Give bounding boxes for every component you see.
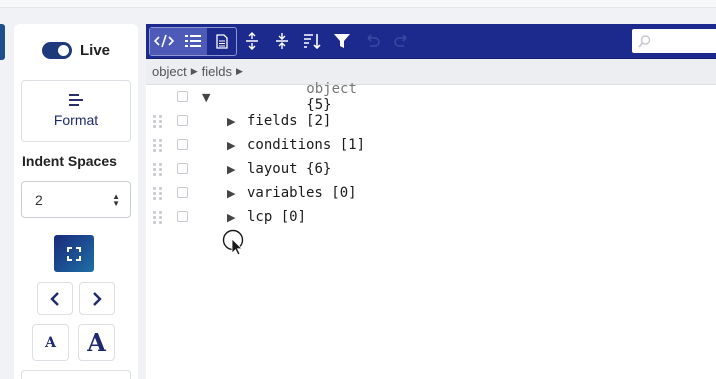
drag-handle-icon[interactable] <box>153 211 163 224</box>
collapse-all-button[interactable] <box>267 27 297 56</box>
increase-font-button[interactable]: A <box>78 324 115 361</box>
tree-root-key: object <box>306 81 357 97</box>
tree-node-count: [0] <box>280 209 307 225</box>
tree-node-key: lcp <box>247 209 273 225</box>
tree-node-key: layout <box>247 161 298 177</box>
filter-button[interactable] <box>327 27 357 56</box>
indent-spaces-select[interactable]: 2 ▲ ▼ <box>21 181 131 218</box>
sidebar-bottom-control[interactable] <box>21 370 131 379</box>
options-sidebar: Live Format Indent Spaces 2 ▲ ▼ A A <box>14 24 138 379</box>
tree-node-count: {6} <box>306 161 332 177</box>
tree-node-count: [0] <box>331 185 357 201</box>
align-left-icon <box>69 94 83 106</box>
tree-row[interactable]: ▶ conditions [1] <box>146 133 716 157</box>
expand-all-icon <box>246 32 258 50</box>
context-menu-button[interactable] <box>177 211 188 222</box>
json-editor: object ▶ fields ▶ ▼ object {5} ▶ fields … <box>146 24 716 379</box>
expand-all-button[interactable] <box>237 27 267 56</box>
tree-row[interactable]: ▶ lcp [0] <box>146 205 716 229</box>
search-input[interactable] <box>632 29 716 53</box>
drag-handle-icon[interactable] <box>153 187 163 200</box>
context-menu-button[interactable] <box>177 115 188 126</box>
redo-icon <box>394 34 407 47</box>
tree-row[interactable]: ▶ variables [0] <box>146 181 716 205</box>
next-button[interactable] <box>79 282 115 315</box>
search-icon <box>638 34 651 48</box>
format-label: Format <box>53 112 99 128</box>
mouse-cursor-icon <box>222 229 244 256</box>
context-menu-button[interactable] <box>177 91 188 102</box>
view-mode-group <box>149 26 237 56</box>
tree-mode-button[interactable] <box>178 27 208 55</box>
drag-handle-icon[interactable] <box>153 139 163 152</box>
context-menu-button[interactable] <box>177 163 188 174</box>
tree-row[interactable]: ▶ fields [2] <box>146 109 716 133</box>
collapsed-arrow-icon[interactable]: ▶ <box>227 187 235 200</box>
filter-icon <box>334 34 350 48</box>
collapsed-arrow-icon[interactable]: ▶ <box>227 115 235 128</box>
tree-node-count: [2] <box>306 113 332 129</box>
decrease-font-button[interactable]: A <box>32 324 69 361</box>
undo-button[interactable] <box>357 27 387 56</box>
indent-spaces-value: 2 <box>35 191 43 208</box>
tree-row[interactable]: ▶ layout {6} <box>146 157 716 181</box>
tree-node-key: fields <box>247 113 298 129</box>
code-icon <box>154 34 175 48</box>
collapsed-arrow-icon[interactable]: ▶ <box>227 139 235 152</box>
chevron-left-icon <box>50 291 59 306</box>
sort-button[interactable] <box>297 27 327 56</box>
fullscreen-icon <box>67 246 81 261</box>
collapse-all-icon <box>276 33 288 49</box>
format-button[interactable]: Format <box>21 80 131 142</box>
text-mode-button[interactable] <box>207 28 236 55</box>
tree-node-count: [1] <box>339 137 366 153</box>
expanded-arrow-icon[interactable]: ▼ <box>202 91 210 104</box>
chevron-right-icon <box>93 291 102 306</box>
indent-spaces-title: Indent Spaces <box>22 153 117 169</box>
tree-view: ▼ object {5} ▶ fields [2] ▶ conditions [… <box>146 81 716 229</box>
context-menu-button[interactable] <box>177 139 188 150</box>
tree-row-root[interactable]: ▼ object {5} <box>146 81 716 113</box>
collapsed-arrow-icon[interactable]: ▶ <box>227 211 235 224</box>
app-window: Live Format Indent Spaces 2 ▲ ▼ A A obje… <box>0 0 716 379</box>
text-icon <box>216 33 228 49</box>
live-label: Live <box>80 42 111 59</box>
select-arrows-icon: ▲ ▼ <box>112 191 120 208</box>
top-strip <box>0 0 716 8</box>
code-mode-button[interactable] <box>150 27 179 55</box>
tree-icon <box>185 35 201 47</box>
sort-icon <box>304 34 321 49</box>
redo-button[interactable] <box>387 27 417 56</box>
collapsed-arrow-icon[interactable]: ▶ <box>227 163 235 176</box>
fullscreen-button[interactable] <box>54 235 94 272</box>
drag-handle-icon[interactable] <box>153 115 163 128</box>
context-menu-button[interactable] <box>177 187 188 198</box>
previous-button[interactable] <box>37 282 73 315</box>
live-toggle-group[interactable]: Live <box>42 42 110 59</box>
tree-node-key: variables <box>247 185 323 201</box>
tree-node-key: conditions <box>247 137 332 153</box>
drag-handle-icon[interactable] <box>153 163 163 176</box>
breadcrumb-item-object[interactable]: object <box>152 64 187 79</box>
left-edge-tab[interactable] <box>0 24 5 60</box>
editor-toolbar <box>146 24 716 59</box>
undo-icon <box>367 34 380 47</box>
breadcrumb-separator-icon: ▶ <box>190 66 198 76</box>
live-toggle[interactable] <box>42 42 72 59</box>
